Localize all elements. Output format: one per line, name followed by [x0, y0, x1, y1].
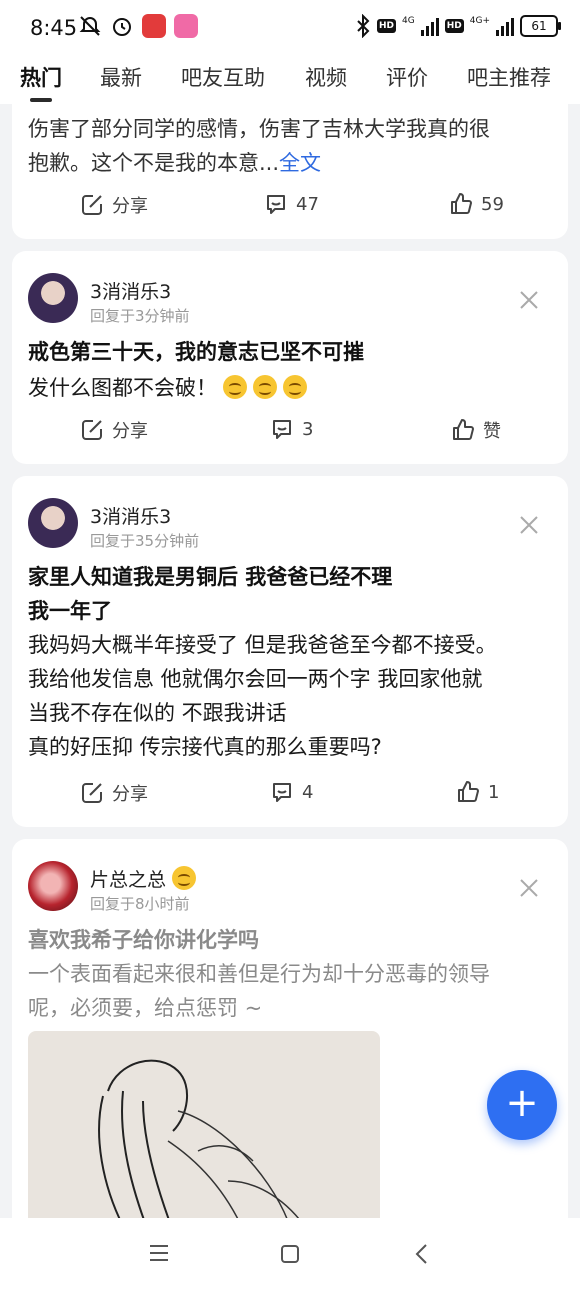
comment-icon: [273, 783, 291, 802]
username[interactable]: 3消消乐3: [90, 502, 171, 529]
battery-icon: 61: [520, 15, 561, 37]
post-image[interactable]: [28, 1031, 380, 1239]
avatar[interactable]: [28, 861, 78, 911]
comment-button[interactable]: 47: [264, 192, 319, 216]
thumbs-up-icon: [453, 419, 474, 440]
like-button[interactable]: 59: [449, 192, 504, 216]
home-icon[interactable]: [280, 1244, 300, 1264]
reply-time: 回复于35分钟前: [90, 532, 200, 550]
post-body-line: 伤害了部分同学的感情，伤害了吉林大学我真的很: [28, 117, 490, 141]
post-body-line: 一个表面看起来很和善但是行为却十分恶毒的领导: [28, 962, 490, 986]
reply-time: 回复于8小时前: [90, 895, 190, 913]
signal-icon: [420, 16, 439, 36]
share-button[interactable]: 分享: [80, 192, 148, 218]
share-label: 分享: [112, 421, 148, 442]
comment-count: 47: [296, 193, 319, 215]
mute-icon: [79, 16, 101, 36]
post-card[interactable]: 伤害了部分同学的感情，伤害了吉林大学我真的很 抱歉。这个不是我的本意...全文 …: [12, 104, 568, 239]
post-card[interactable]: 3消消乐3 回复于35分钟前 家里人知道我是男铜后 我爸爸已经不理 我一年了 我…: [12, 476, 568, 827]
alarm-icon: [113, 18, 131, 36]
tab-hot[interactable]: 热门: [20, 62, 62, 92]
post-title: 喜欢我希子给你讲化学吗: [28, 928, 259, 952]
post-title: 家里人知道我是男铜后 我爸爸已经不理: [28, 565, 393, 589]
share-label: 分享: [112, 196, 148, 217]
tab-indicator: [30, 98, 52, 102]
close-icon[interactable]: [518, 514, 540, 536]
comment-count: 4: [302, 781, 314, 803]
thumbs-up-icon: [451, 193, 472, 214]
comment-button[interactable]: 4: [270, 780, 313, 804]
like-count: 赞: [483, 421, 501, 442]
comment-icon: [267, 195, 285, 214]
post-title: 我一年了: [28, 599, 112, 623]
post-body-line: 抱歉。这个不是我的本意...: [28, 151, 280, 175]
signal-icon-2: [496, 16, 514, 36]
post-body-line: 呢，必须要，给点惩罚 ~: [28, 996, 263, 1020]
post-card[interactable]: 3消消乐3 回复于3分钟前 戒色第三十天，我的意志已坚不可摧 发什么图都不会破！…: [12, 251, 568, 464]
add-post-button[interactable]: +: [487, 1070, 557, 1140]
back-icon[interactable]: [414, 1243, 430, 1265]
avatar[interactable]: [28, 273, 78, 323]
smile-emoji: [283, 375, 307, 399]
like-button[interactable]: 1: [456, 780, 499, 804]
tab-help[interactable]: 吧友互助: [181, 62, 265, 92]
tab-recommend[interactable]: 吧主推荐: [467, 62, 551, 92]
status-time: 8:45: [30, 16, 78, 40]
share-icon: [82, 420, 102, 440]
net-label-1: 4G: [402, 16, 415, 26]
sketch-illustration: [98, 1059, 309, 1239]
post-title: 戒色第三十天，我的意志已坚不可摧: [28, 340, 364, 364]
share-button[interactable]: 分享: [80, 780, 148, 806]
close-icon[interactable]: [518, 877, 540, 899]
post-body-line: 真的好压抑 传宗接代真的那么重要吗?: [28, 735, 382, 759]
surprised-emoji: [172, 866, 197, 890]
share-button[interactable]: 分享: [80, 417, 148, 443]
username[interactable]: 3消消乐3: [90, 277, 171, 304]
status-bar: 8:45 HD 4G HD 4G+ 61: [0, 0, 580, 56]
avatar[interactable]: [28, 498, 78, 548]
smile-emoji: [223, 375, 247, 399]
like-count: 59: [481, 193, 504, 215]
post-body-line: 我妈妈大概半年接受了 但是我爸爸至今都不接受。: [28, 633, 497, 657]
tab-latest[interactable]: 最新: [100, 62, 142, 92]
comment-icon: [273, 420, 291, 439]
tab-video[interactable]: 视频: [305, 62, 347, 92]
hd-badge-2: HD: [444, 19, 464, 33]
app-icon-pink: [174, 14, 198, 38]
system-nav-bar: [0, 1218, 580, 1289]
share-icon: [82, 783, 102, 803]
comment-count: 3: [302, 418, 314, 440]
net-label-2: 4G+: [469, 16, 490, 26]
close-icon[interactable]: [518, 289, 540, 311]
bluetooth-icon: [357, 14, 370, 38]
like-count: 1: [488, 781, 500, 803]
post-body-line: 我给他发信息 他就偶尔会回一两个字 我回家他就: [28, 667, 483, 691]
comment-button[interactable]: 3: [270, 417, 313, 441]
like-button[interactable]: 赞: [451, 417, 501, 443]
thumbs-up-icon: [458, 781, 479, 802]
read-more-link[interactable]: 全文: [279, 151, 321, 175]
menu-icon[interactable]: [148, 1244, 170, 1262]
post-card[interactable]: 片总之总 回复于8小时前 喜欢我希子给你讲化学吗 一个表面看起来很和善但是行为却…: [12, 839, 568, 1239]
app-icon-red: [142, 14, 166, 38]
username[interactable]: 片总之总: [90, 869, 166, 891]
reply-time: 回复于3分钟前: [90, 307, 190, 325]
share-icon: [82, 195, 102, 215]
post-body: 发什么图都不会破！: [28, 376, 217, 400]
post-body-line: 当我不存在似的 不跟我讲话: [28, 701, 287, 725]
share-label: 分享: [112, 784, 148, 805]
hd-badge: HD: [377, 19, 397, 33]
tab-review[interactable]: 评价: [386, 62, 428, 92]
smile-emoji: [253, 375, 277, 399]
tab-bar: 热门 最新 吧友互助 视频 评价 吧主推荐: [0, 56, 580, 104]
